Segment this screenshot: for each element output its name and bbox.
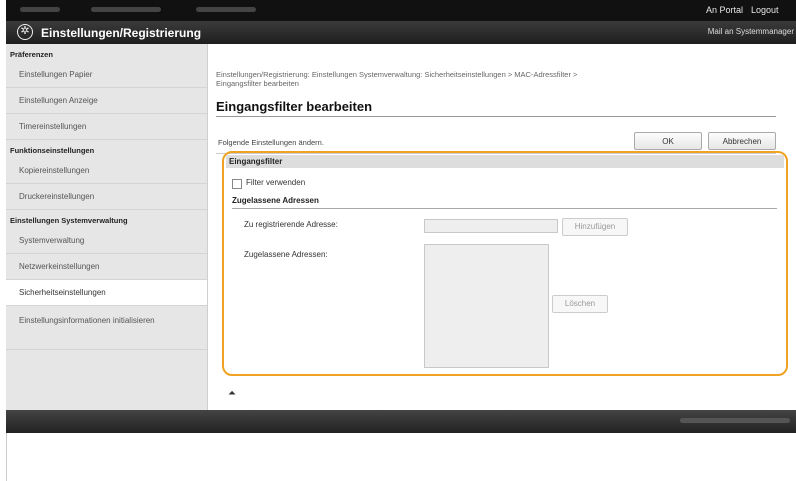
- header-title: Einstellungen/Registrierung: [41, 26, 202, 40]
- allowed-addresses-label: Zugelassene Adressen:: [244, 250, 328, 259]
- sidebar-item-network-settings[interactable]: Netzwerkeinstellungen: [6, 254, 207, 280]
- instruction-text: Folgende Einstellungen ändern.: [218, 138, 324, 147]
- mail-to-manager-link[interactable]: Mail an Systemmanager: [708, 27, 794, 36]
- register-address-label: Zu registrierende Adresse:: [244, 220, 338, 229]
- cancel-button[interactable]: Abbrechen: [708, 132, 776, 150]
- copyright-blurred: [680, 418, 790, 423]
- breadcrumb-current: Eingangsfilter bearbeiten: [216, 79, 299, 88]
- sidebar-item-security-settings[interactable]: Sicherheitseinstellungen: [6, 280, 207, 306]
- logout-link[interactable]: Logout: [751, 5, 779, 15]
- portal-link[interactable]: An Portal: [706, 5, 743, 15]
- header: ✲ Einstellungen/Registrierung Mail an Sy…: [6, 21, 796, 44]
- device-info-blurred: [91, 7, 161, 12]
- allowed-addresses-list[interactable]: [424, 244, 549, 368]
- ok-button[interactable]: OK: [634, 132, 702, 150]
- use-filter-checkbox[interactable]: [232, 179, 242, 189]
- register-address-input[interactable]: [424, 219, 558, 233]
- sidebar-item-initialize-settings[interactable]: Einstellungsinformationen initialisieren: [6, 306, 207, 350]
- subsection-divider: [232, 208, 777, 209]
- sidebar: Präferenzen Einstellungen Papier Einstel…: [6, 44, 208, 410]
- device-name-blurred: [20, 7, 60, 12]
- sidebar-item-printer-settings[interactable]: Druckereinstellungen: [6, 184, 207, 210]
- sidebar-item-display-settings[interactable]: Einstellungen Anzeige: [6, 88, 207, 114]
- user-info-blurred: [196, 7, 256, 12]
- use-filter-label[interactable]: Filter verwenden: [246, 178, 305, 187]
- sidebar-item-timer-settings[interactable]: Timereinstellungen: [6, 114, 207, 140]
- page-title: Eingangsfilter bearbeiten: [216, 99, 373, 114]
- sidebar-item-paper-settings[interactable]: Einstellungen Papier: [6, 62, 207, 88]
- settings-gear-icon: ✲: [17, 24, 33, 40]
- breadcrumb: Einstellungen/Registrierung: Einstellung…: [216, 70, 736, 88]
- scroll-to-top-icon[interactable]: ⏶: [228, 388, 236, 399]
- sidebar-section-title: Einstellungen Systemverwaltung: [10, 216, 128, 225]
- sidebar-section-title: Präferenzen: [10, 50, 53, 59]
- sidebar-item-copy-settings[interactable]: Kopiereinstellungen: [6, 158, 207, 184]
- add-button[interactable]: Hinzufügen: [562, 218, 628, 236]
- breadcrumb-path[interactable]: Einstellungen/Registrierung: Einstellung…: [216, 70, 736, 79]
- sidebar-section-title: Funktionseinstellungen: [10, 146, 95, 155]
- subsection-header-allowed-addresses: Zugelassene Adressen: [232, 196, 319, 205]
- footer: [6, 410, 796, 433]
- title-divider: [216, 116, 776, 117]
- delete-button[interactable]: Löschen: [552, 295, 608, 313]
- page-left-border: [6, 433, 7, 481]
- sidebar-item-system-management[interactable]: Systemverwaltung: [6, 228, 207, 254]
- section-header-input-filter: Eingangsfilter: [226, 155, 784, 168]
- top-bar: An Portal Logout: [6, 0, 796, 21]
